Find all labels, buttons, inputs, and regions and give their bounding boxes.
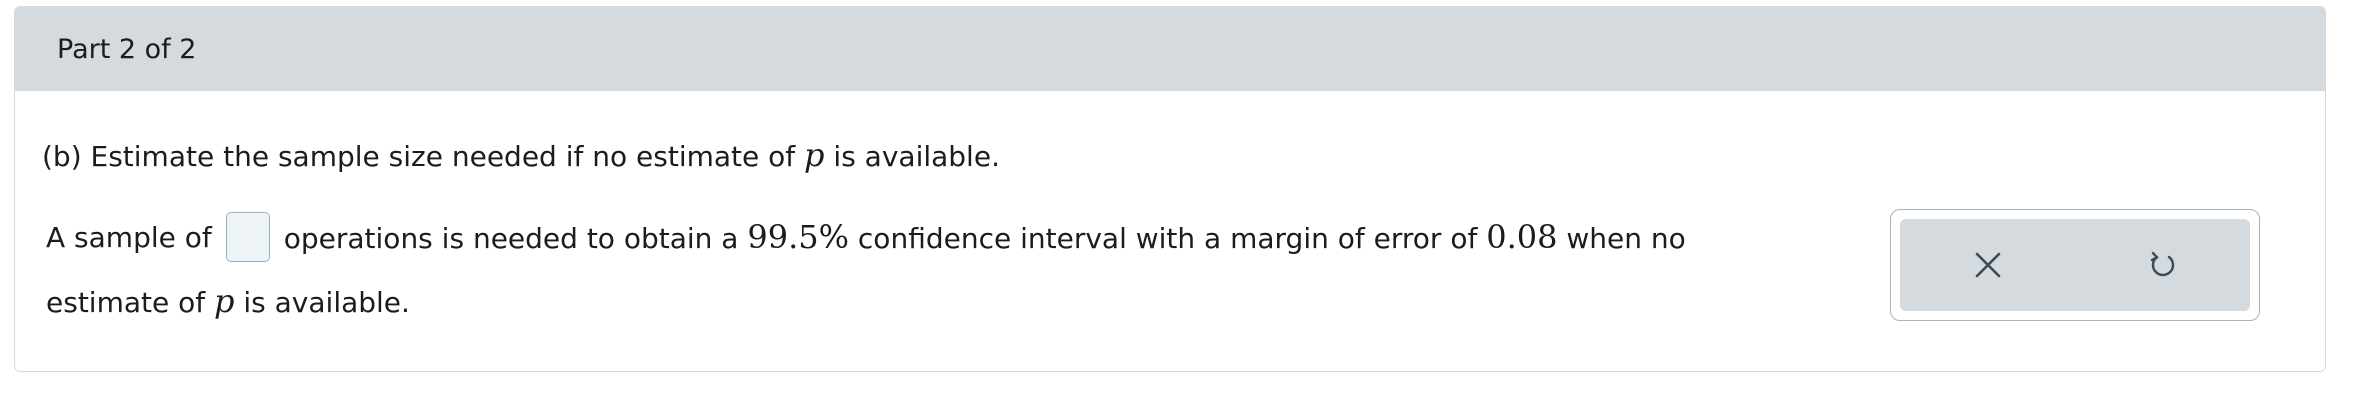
answer-sentence-line2: estimate of p is available. bbox=[46, 282, 410, 320]
answer-tools-inner bbox=[1900, 219, 2250, 311]
line2-prefix: estimate of bbox=[46, 286, 214, 319]
question-variable: p bbox=[804, 136, 825, 174]
close-icon bbox=[1975, 252, 2000, 278]
answer-text-after: operations is needed to obtain a bbox=[283, 222, 748, 255]
answer-text-block: operations is needed to obtain a 99.5% c… bbox=[284, 218, 1686, 256]
line2-suffix: is available. bbox=[234, 286, 410, 319]
undo-button[interactable] bbox=[2133, 235, 2193, 295]
sample-size-input[interactable] bbox=[225, 212, 270, 262]
answer-sentence-line1: A sample of operations is needed to obta… bbox=[46, 212, 1686, 262]
part-header: Part 2 of 2 bbox=[15, 7, 2325, 91]
clear-button[interactable] bbox=[1958, 235, 2018, 295]
part-label: Part 2 of 2 bbox=[57, 33, 197, 65]
answer-text-mid: confidence interval with a margin of err… bbox=[849, 222, 1487, 255]
line2-variable: p bbox=[214, 282, 235, 320]
answer-tools bbox=[1890, 209, 2260, 321]
undo-icon bbox=[2150, 251, 2174, 277]
confidence-level: 99.5% bbox=[747, 218, 850, 256]
question-prefix: (b) Estimate the sample size needed if n… bbox=[42, 140, 805, 173]
question-suffix: is available. bbox=[824, 140, 1000, 173]
margin-of-error: 0.08 bbox=[1486, 218, 1558, 256]
answer-text-before: A sample of bbox=[46, 220, 212, 254]
question-text: (b) Estimate the sample size needed if n… bbox=[42, 136, 1000, 174]
answer-text-end: when no bbox=[1557, 222, 1686, 255]
